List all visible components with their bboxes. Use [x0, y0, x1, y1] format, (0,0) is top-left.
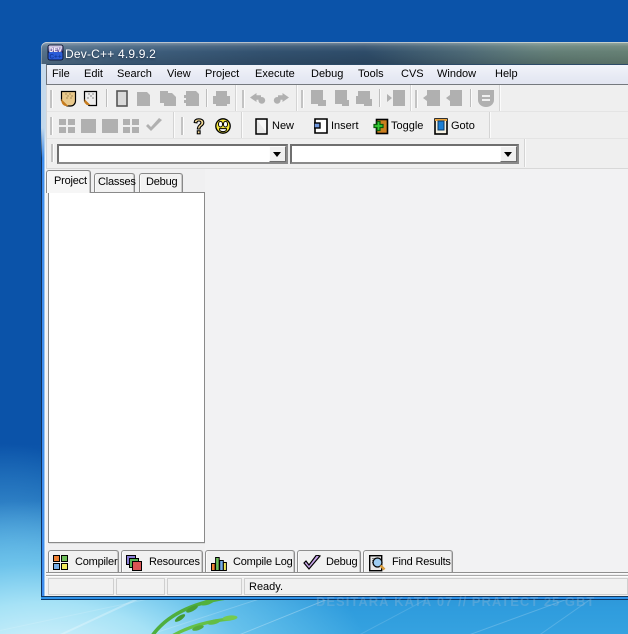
svg-text:C++: C++ [49, 54, 61, 61]
